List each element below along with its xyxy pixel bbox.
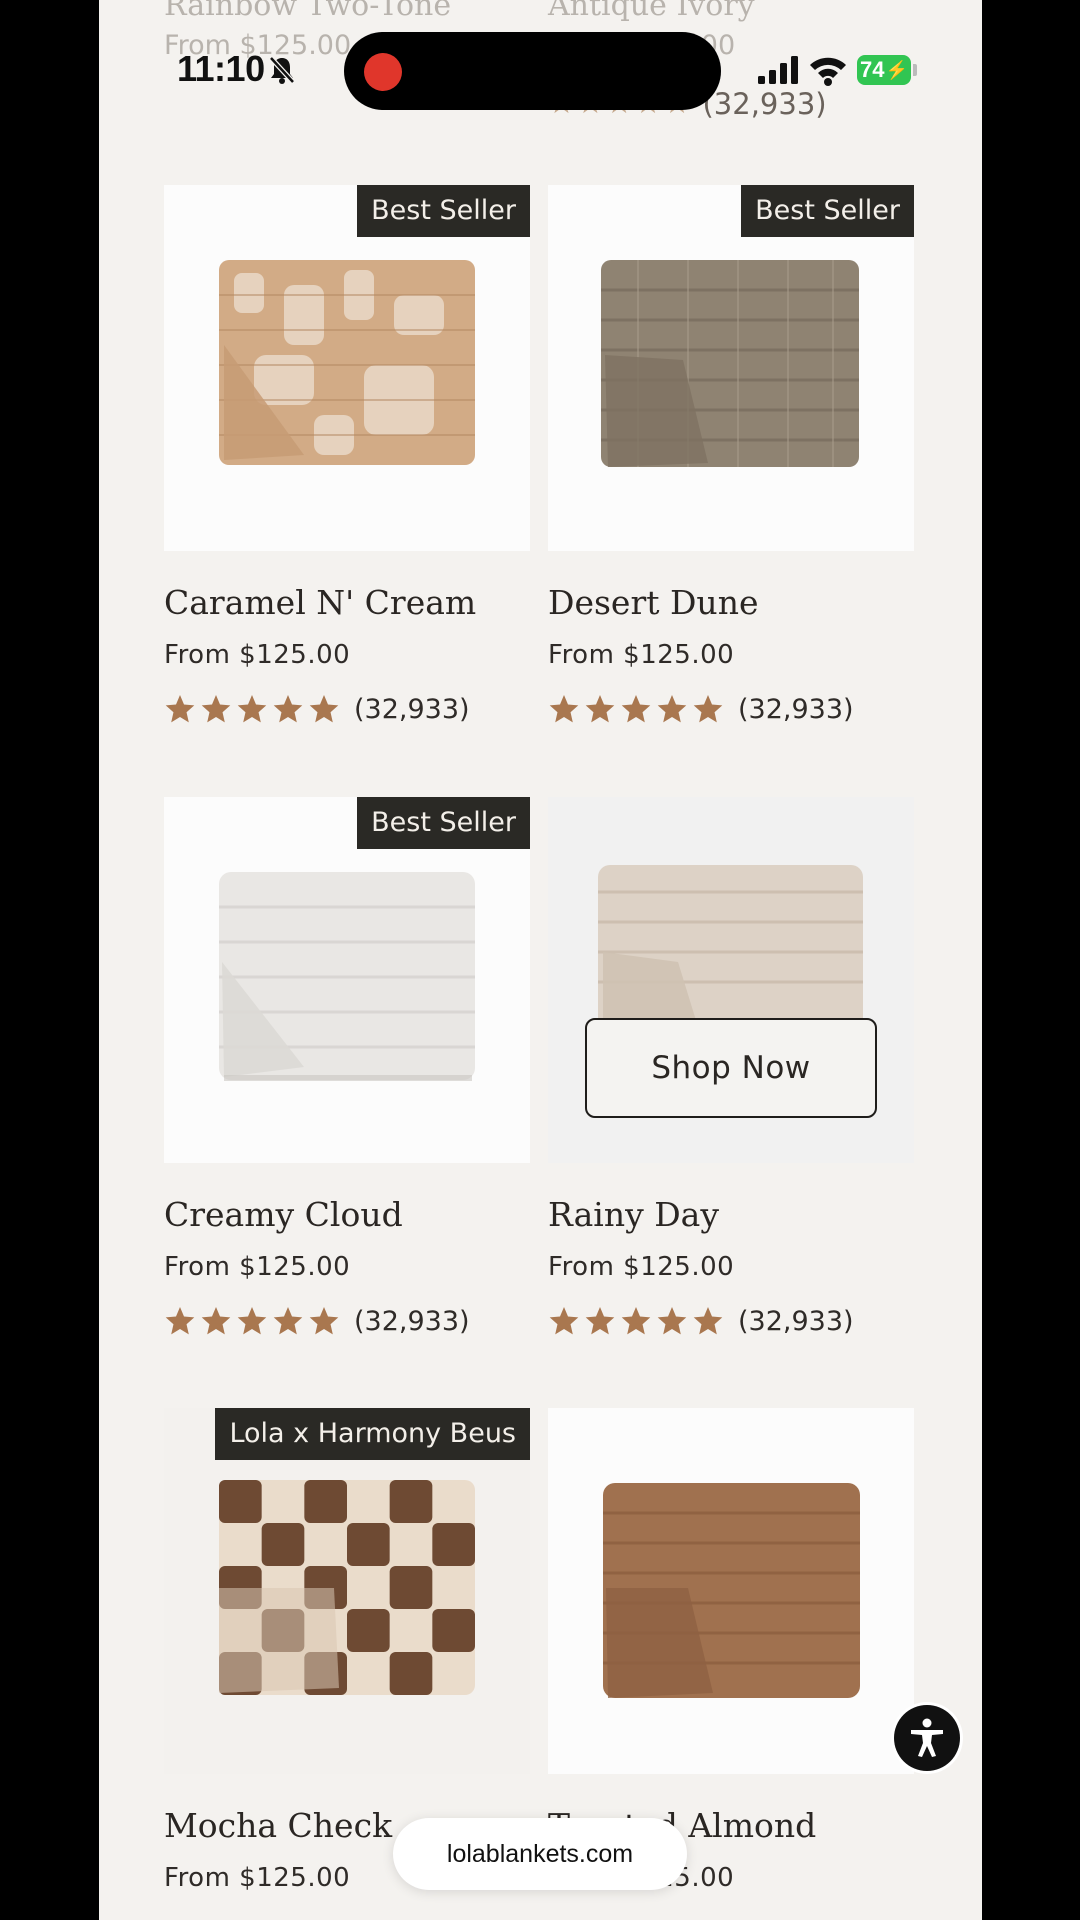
star-icon: [549, 1307, 579, 1335]
address-bar[interactable]: lolablankets.com: [393, 1818, 687, 1890]
star-icon: [309, 695, 339, 723]
url-text: lolablankets.com: [446, 1839, 634, 1868]
star-icon: [585, 695, 615, 723]
product-price: From $125.00: [164, 30, 352, 61]
product-name[interactable]: Creamy Cloud: [164, 1193, 530, 1237]
review-count: (32,933): [354, 693, 470, 725]
star-icon: [693, 1307, 723, 1335]
product-rating: (32,933): [164, 691, 530, 727]
review-count: (32,933): [354, 1305, 470, 1337]
product-price: From $125.00: [548, 1252, 735, 1282]
top-partial-row: Rainbow Two-Tone From $125.00 Antique Iv…: [99, 0, 982, 121]
star-icon: [201, 1307, 231, 1335]
product-name[interactable]: Antique Ivory: [548, 0, 755, 23]
blanket-image: [219, 1480, 475, 1695]
blanket-image: [603, 1483, 860, 1698]
star-rating-icon: ★★★★★: [548, 86, 693, 121]
star-icon: [309, 1307, 339, 1335]
product-price: From $125.00: [548, 30, 736, 61]
shop-now-button[interactable]: Shop Now: [585, 1018, 877, 1118]
star-icon: [585, 1307, 615, 1335]
star-icon: [237, 695, 267, 723]
star-icon: [273, 1307, 303, 1335]
product-price: From $125.00: [164, 640, 351, 670]
star-icon: [549, 695, 579, 723]
product-rating: (32,933): [164, 1303, 530, 1339]
collab-badge: Lola x Harmony Beus: [215, 1408, 530, 1460]
product-image[interactable]: Shop Now: [548, 797, 914, 1163]
star-icon: [201, 695, 231, 723]
product-image[interactable]: Best Seller: [164, 185, 530, 551]
product-grid-page: Rainbow Two-Tone From $125.00 Antique Iv…: [99, 0, 982, 1920]
product-image[interactable]: Best Seller: [164, 797, 530, 1163]
product-image[interactable]: Best Seller: [548, 185, 914, 551]
product-image[interactable]: Lola x Harmony Beus: [164, 1408, 530, 1774]
star-icon: [165, 695, 195, 723]
star-rating-icon: [164, 693, 340, 725]
review-count: (32,933): [738, 693, 854, 725]
blanket-image: [219, 872, 475, 1081]
review-count: (32,933): [738, 1305, 854, 1337]
star-rating-icon: [548, 1305, 724, 1337]
product-card[interactable]: Best Seller Creamy Cloud From $125.00 (3…: [164, 797, 530, 1339]
product-card[interactable]: Best Seller Desert Dune From $125.00 (32…: [548, 185, 914, 727]
star-icon: [621, 695, 651, 723]
product-card[interactable]: Best Seller Caramel N' Cream From $125.0…: [164, 185, 530, 727]
star-rating-icon: [164, 1305, 340, 1337]
product-name[interactable]: Desert Dune: [548, 581, 914, 625]
product-name[interactable]: Caramel N' Cream: [164, 581, 530, 625]
star-icon: [237, 1307, 267, 1335]
product-rating: (32,933): [548, 1303, 914, 1339]
blanket-image: [219, 260, 475, 465]
star-icon: [165, 1307, 195, 1335]
product-rating: ★★★★★ (32,933): [548, 86, 827, 121]
accessibility-person-icon: [911, 1718, 943, 1757]
product-card[interactable]: Shop Now Rainy Day From $125.00 (32,933): [548, 797, 914, 1339]
star-icon: [273, 695, 303, 723]
star-icon: [693, 695, 723, 723]
star-icon: [657, 695, 687, 723]
best-seller-badge: Best Seller: [357, 185, 530, 237]
product-price: From $125.00: [548, 640, 735, 670]
best-seller-badge: Best Seller: [357, 797, 530, 849]
best-seller-badge: Best Seller: [741, 185, 914, 237]
blanket-image: [601, 260, 859, 467]
product-image[interactable]: [548, 1408, 914, 1774]
product-name[interactable]: Rainy Day: [548, 1193, 914, 1237]
star-icon: [657, 1307, 687, 1335]
star-icon: [621, 1307, 651, 1335]
product-rating: (32,933): [548, 691, 914, 727]
accessibility-button[interactable]: [894, 1705, 960, 1771]
review-count: (32,933): [702, 86, 827, 121]
product-price: From $125.00: [164, 1252, 351, 1282]
star-rating-icon: [548, 693, 724, 725]
product-name[interactable]: Rainbow Two-Tone: [164, 0, 451, 23]
